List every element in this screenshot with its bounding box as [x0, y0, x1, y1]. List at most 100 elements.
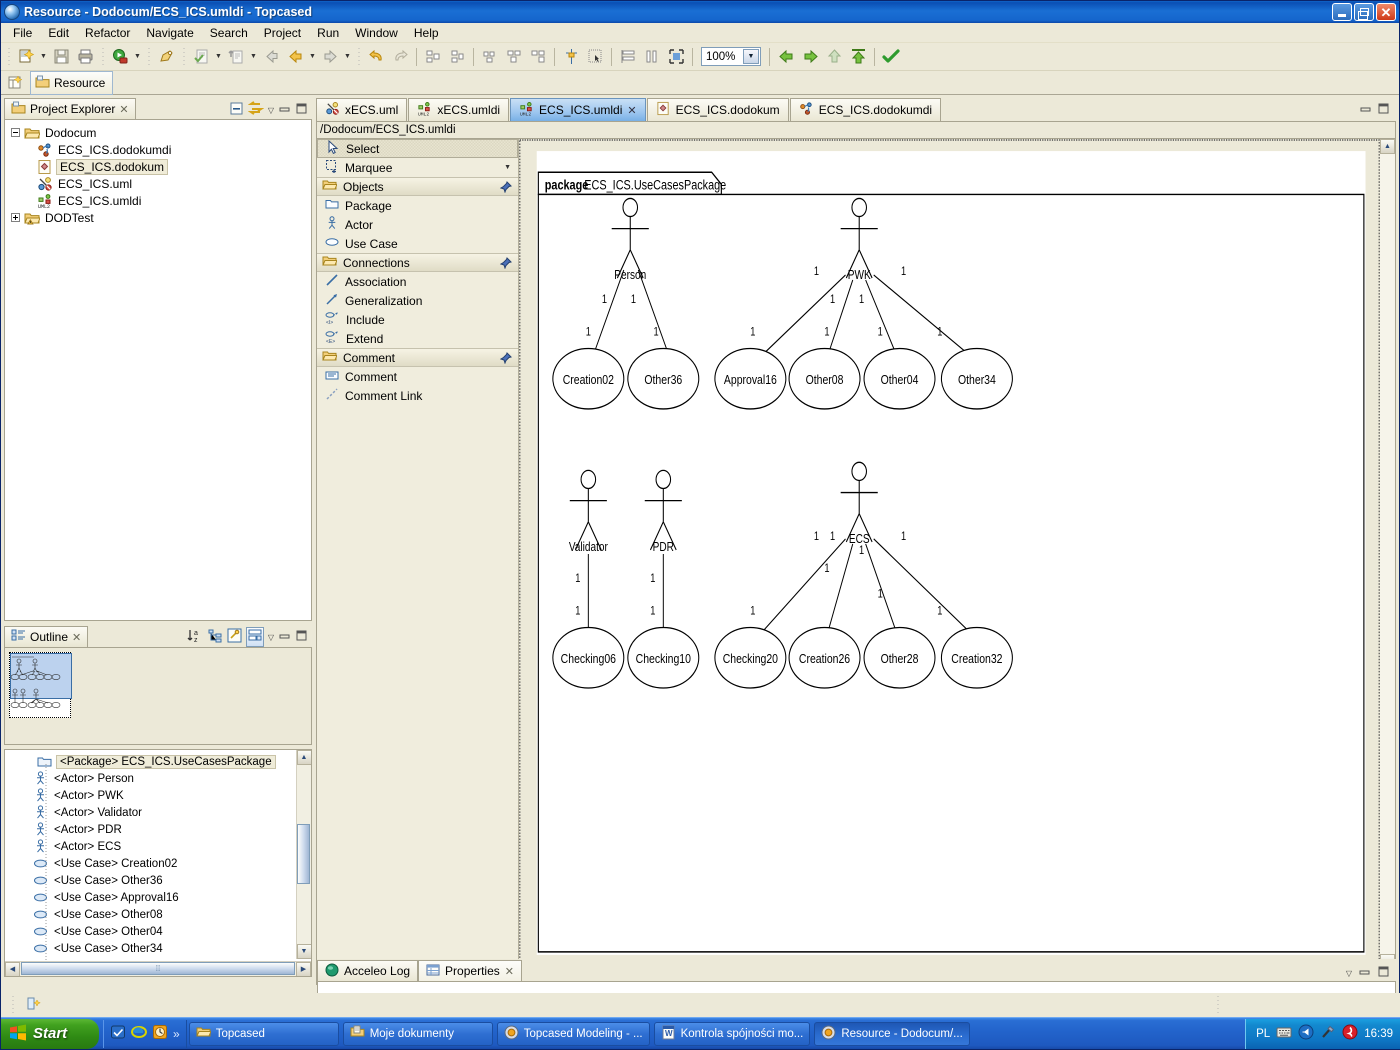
- pin-icon[interactable]: [499, 257, 512, 272]
- volume-icon[interactable]: [1298, 1024, 1314, 1043]
- minimize-icon[interactable]: [278, 102, 291, 118]
- new-wizard-dropdown-icon[interactable]: ▼: [38, 46, 49, 68]
- rulers-icon[interactable]: [584, 46, 606, 68]
- tab-project-explorer[interactable]: Project Explorer ✕: [4, 98, 136, 119]
- expander-plus-icon[interactable]: [11, 213, 20, 222]
- tree-item-dodtest[interactable]: DODTest: [11, 209, 311, 226]
- palette-tool-comment[interactable]: Comment: [317, 367, 518, 386]
- restore-button[interactable]: [1354, 3, 1374, 21]
- palette-drawer-comment[interactable]: Comment: [317, 348, 518, 367]
- menu-file[interactable]: File: [5, 24, 40, 42]
- save-icon[interactable]: [50, 46, 72, 68]
- tree-item-umldi[interactable]: UML2 ECS_ICS.umldi: [11, 192, 311, 210]
- top-icon[interactable]: [847, 46, 869, 68]
- minimize-icon[interactable]: [1359, 102, 1372, 118]
- back-history-icon[interactable]: [260, 46, 282, 68]
- pin-icon[interactable]: [499, 181, 512, 196]
- palette-tool-actor[interactable]: Actor: [317, 215, 518, 234]
- view-menu-icon[interactable]: ▽: [1346, 969, 1352, 978]
- undo-icon[interactable]: [365, 46, 387, 68]
- outline-item-usecase-other36[interactable]: <Use Case> Other36: [5, 872, 311, 889]
- outline-item-actor-validator[interactable]: <Actor> Validator: [5, 804, 311, 821]
- outline-item-usecase-other34[interactable]: <Use Case> Other34: [5, 940, 311, 957]
- diagram-canvas-area[interactable]: package ECS_ICS.UseCasesPackage Person P…: [519, 139, 1395, 984]
- editor-tab-ecs-ics-dodokumdi[interactable]: ECS_ICS.dodokumdi: [789, 98, 942, 121]
- toolbar-grip-5[interactable]: [355, 47, 362, 66]
- palette-tool-usecase[interactable]: Use Case: [317, 234, 518, 253]
- open-type-dropdown-icon[interactable]: ▼: [248, 46, 259, 68]
- editor-tab-ecs-ics-umldi[interactable]: UML2 ECS_ICS.umldi ✕: [510, 98, 646, 121]
- scroll-right-icon[interactable]: ▶: [296, 961, 311, 976]
- tree-item-dodocum[interactable]: Dodocum: [11, 124, 311, 141]
- next-diagram-icon[interactable]: [799, 46, 821, 68]
- external-tools-icon[interactable]: [155, 46, 177, 68]
- taskbar-item-topcased-modeling[interactable]: Topcased Modeling - ...: [496, 1021, 650, 1046]
- minimize-icon[interactable]: [278, 629, 291, 645]
- tree-item-dodokumdi[interactable]: ECS_ICS.dodokumdi: [11, 141, 311, 158]
- outline-item-usecase-other08[interactable]: <Use Case> Other08: [5, 906, 311, 923]
- toolbar-grip-2[interactable]: [99, 47, 106, 66]
- keyboard-icon[interactable]: [1276, 1026, 1292, 1042]
- new-wizard-icon[interactable]: [15, 46, 37, 68]
- maximize-icon[interactable]: [295, 629, 308, 645]
- tab-properties[interactable]: Properties ✕: [418, 960, 522, 981]
- menu-run[interactable]: Run: [309, 24, 347, 42]
- back-dropdown-icon[interactable]: ▼: [307, 46, 318, 68]
- taskbar-item-kontrola-spojnosci[interactable]: W Kontrola spójności mo...: [653, 1021, 811, 1046]
- clock[interactable]: 16:39: [1364, 1028, 1393, 1040]
- open-type-icon[interactable]: [225, 46, 247, 68]
- menu-navigate[interactable]: Navigate: [138, 24, 201, 42]
- forward-icon[interactable]: [319, 46, 341, 68]
- run-icon[interactable]: [109, 46, 131, 68]
- scroll-up-icon[interactable]: ▲: [296, 750, 311, 765]
- minimize-button[interactable]: [1332, 3, 1352, 21]
- menu-refactor[interactable]: Refactor: [77, 24, 138, 42]
- view-menu-icon[interactable]: ▽: [268, 633, 274, 642]
- close-icon[interactable]: ✕: [627, 104, 636, 117]
- print-icon[interactable]: [74, 46, 96, 68]
- palette-drawer-connections[interactable]: Connections: [317, 253, 518, 272]
- forward-dropdown-icon[interactable]: ▼: [342, 46, 353, 68]
- diagram-viewport[interactable]: package ECS_ICS.UseCasesPackage Person P…: [519, 139, 1380, 969]
- language-indicator[interactable]: PL: [1256, 1028, 1270, 1040]
- palette-tool-extend[interactable]: <E> Extend: [317, 329, 518, 348]
- toolbar-grip-4[interactable]: [180, 47, 187, 66]
- match-size-icon[interactable]: [527, 46, 549, 68]
- back-icon[interactable]: [284, 46, 306, 68]
- taskbar-item-moje-dokumenty[interactable]: Moje dokumenty: [342, 1021, 493, 1046]
- zoom-actual-icon[interactable]: [665, 46, 687, 68]
- scroll-left-icon[interactable]: ◀: [5, 961, 20, 976]
- outline-item-package[interactable]: <Package> ECS_ICS.UseCasesPackage: [5, 753, 311, 770]
- tab-acceleo-log[interactable]: Acceleo Log: [317, 960, 419, 981]
- palette-tool-generalization[interactable]: Generalization: [317, 291, 518, 310]
- outline-item-actor-ecs[interactable]: <Actor> ECS: [5, 838, 311, 855]
- close-icon[interactable]: ✕: [72, 631, 81, 644]
- zoom-level-combobox[interactable]: 100% ▼: [701, 47, 761, 66]
- run-dropdown-icon[interactable]: ▼: [132, 46, 143, 68]
- outline-item-actor-pdr[interactable]: <Actor> PDR: [5, 821, 311, 838]
- menu-window[interactable]: Window: [347, 24, 406, 42]
- menu-edit[interactable]: Edit: [40, 24, 77, 42]
- network-icon[interactable]: [1320, 1024, 1336, 1043]
- tab-outline[interactable]: Outline ✕: [4, 626, 89, 647]
- close-icon[interactable]: ✕: [119, 103, 128, 116]
- hierarchical-layout-icon[interactable]: [208, 628, 223, 646]
- toolbar-grip[interactable]: [5, 47, 12, 66]
- chevron-down-icon[interactable]: ▼: [504, 164, 511, 171]
- editor-tab-xecs-uml[interactable]: xECS.uml: [316, 98, 408, 121]
- expander-minus-icon[interactable]: [11, 128, 20, 137]
- validate-icon[interactable]: [880, 46, 902, 68]
- media-player-icon[interactable]: [152, 1024, 168, 1043]
- antivirus-icon[interactable]: [1342, 1024, 1358, 1043]
- usecase-diagram-svg[interactable]: package ECS_ICS.UseCasesPackage Person P…: [519, 139, 1380, 969]
- palette-drawer-objects[interactable]: Objects: [317, 177, 518, 196]
- outline-vscrollbar[interactable]: ▲ ▼: [296, 750, 311, 959]
- menu-search[interactable]: Search: [202, 24, 256, 42]
- show-properties-icon[interactable]: [227, 628, 242, 646]
- up-icon[interactable]: [823, 46, 845, 68]
- taskbar-item-resource-dodocum[interactable]: Resource - Dodocum/...: [814, 1021, 970, 1046]
- outline-item-usecase-other04[interactable]: <Use Case> Other04: [5, 923, 311, 940]
- scroll-down-icon[interactable]: ▼: [296, 944, 311, 959]
- scroll-thumb[interactable]: ⁞⁞: [21, 961, 295, 975]
- outline-item-usecase-creation02[interactable]: <Use Case> Creation02: [5, 855, 311, 872]
